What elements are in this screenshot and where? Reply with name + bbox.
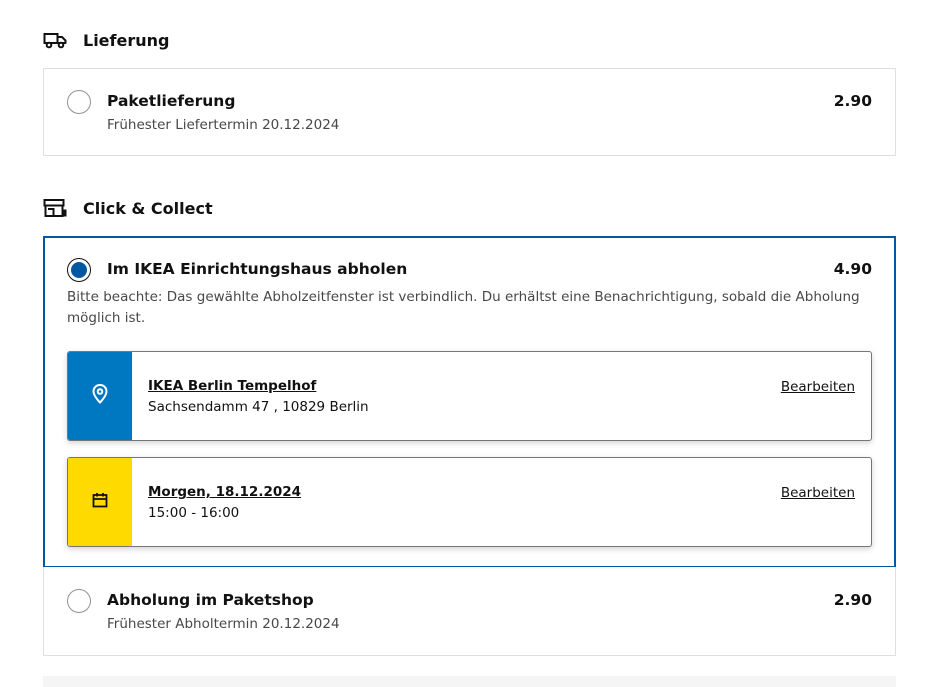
edit-timeslot-link[interactable]: Bearbeiten [781,485,855,501]
calendar-icon [91,491,109,513]
option-subtitle: Frühester Abholtermin 20.12.2024 [107,616,340,632]
store-address: Sachsendamm 47 , 10829 Berlin [148,399,369,415]
option-price: 2.90 [833,591,872,609]
option-subtitle: Frühester Liefertermin 20.12.2024 [107,117,340,133]
edit-store-link[interactable]: Bearbeiten [781,379,855,395]
option-price: 2.90 [833,92,872,110]
next-section-edge [43,676,896,687]
delivery-option-paketlieferung[interactable]: Paketlieferung Frühester Liefertermin 20… [43,68,896,156]
click-collect-section-title: Click & Collect [83,198,213,218]
store-location-card: IKEA Berlin Tempelhof Sachsendamm 47 , 1… [67,351,872,441]
paketlieferung-radio[interactable] [67,90,91,114]
pickup-timeslot-card: Morgen, 18.12.2024 15:00 - 16:00 Bearbei… [67,457,872,547]
option-title: Abholung im Paketshop [107,591,314,609]
location-stripe [68,352,132,440]
pickup-option-store[interactable]: Im IKEA Einrichtungshaus abholen 4.90 Bi… [43,236,896,568]
pickup-note: Bitte beachte: Das gewählte Abholzeitfen… [67,289,860,326]
truck-icon [43,30,67,50]
timeslot-stripe [68,458,132,546]
pickup-option-parcelshop[interactable]: Abholung im Paketshop Frühester Abholter… [43,567,896,656]
option-price: 4.90 [833,260,872,278]
delivery-section-header: Lieferung [43,30,169,50]
store-icon [43,198,67,218]
store-name[interactable]: IKEA Berlin Tempelhof [148,378,316,394]
option-title: Im IKEA Einrichtungshaus abholen [107,260,408,278]
pickup-time: 15:00 - 16:00 [148,505,240,521]
location-pin-icon [91,383,109,409]
delivery-section-title: Lieferung [83,30,170,50]
pickup-date[interactable]: Morgen, 18.12.2024 [148,484,301,500]
store-pickup-radio[interactable] [67,258,91,282]
option-title: Paketlieferung [107,92,236,110]
click-collect-section-header: Click & Collect [43,198,213,218]
parcelshop-radio[interactable] [67,589,91,613]
